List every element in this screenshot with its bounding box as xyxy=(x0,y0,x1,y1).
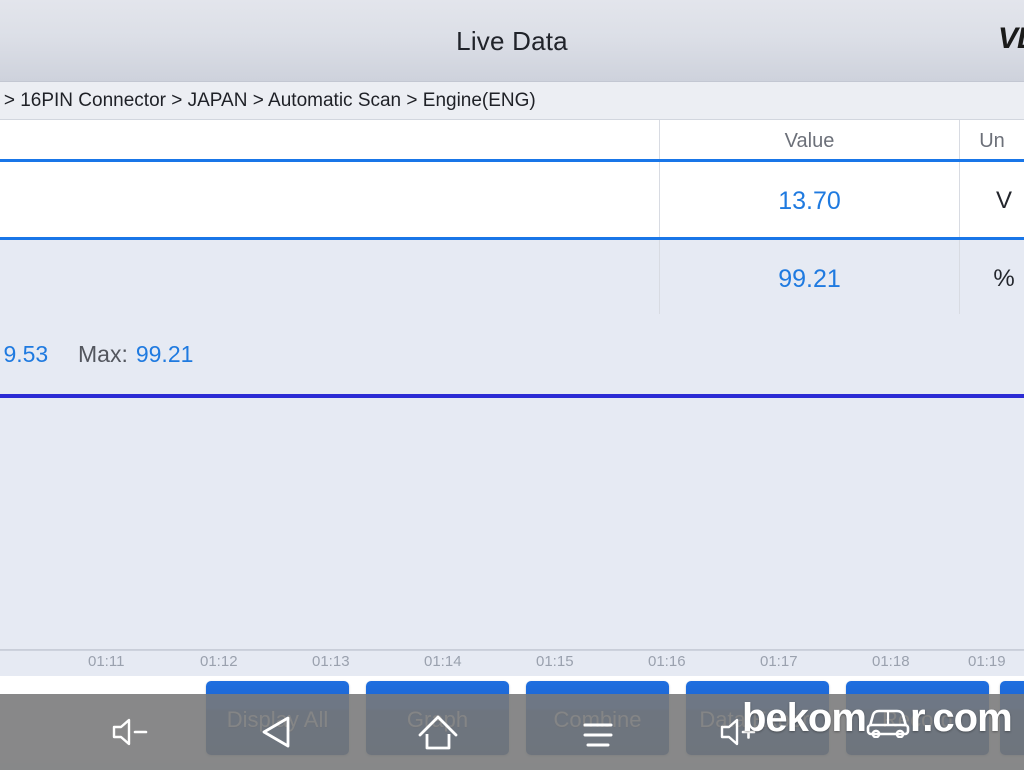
table-row[interactable]: 99.21 % xyxy=(0,240,1024,318)
row-unit: V xyxy=(960,162,1024,240)
row-name xyxy=(0,162,660,240)
max-stat: Max: 99.21 xyxy=(78,314,193,394)
watermark-text-after: r.com xyxy=(910,696,1012,741)
axis-tick: 01:19 xyxy=(968,653,1006,670)
back-triangle-icon[interactable] xyxy=(240,694,316,770)
row-value: 99.21 xyxy=(660,240,960,318)
axis-tick: 01:17 xyxy=(760,653,798,670)
breadcrumb[interactable]: 0 > 16PIN Connector > JAPAN > Automatic … xyxy=(0,82,1024,120)
max-label: Max: xyxy=(78,341,128,368)
live-data-screen: Live Data VD 0 > 16PIN Connector > JAPAN… xyxy=(0,0,1024,770)
brand-logo: VD xyxy=(998,22,1024,56)
recent-apps-icon[interactable] xyxy=(560,694,636,770)
volume-down-icon[interactable] xyxy=(92,694,168,770)
row-name xyxy=(0,240,660,318)
min-value: 9.53 xyxy=(3,341,48,368)
column-header-unit: Un xyxy=(960,120,1024,162)
table-header-row: Value Un xyxy=(0,120,1024,162)
graph-plot-area[interactable] xyxy=(0,398,1024,650)
breadcrumb-text: 0 > 16PIN Connector > JAPAN > Automatic … xyxy=(0,90,536,112)
title-bar: Live Data VD xyxy=(0,0,1024,82)
watermark-text-before: bekom xyxy=(742,696,866,741)
car-icon xyxy=(862,700,914,738)
live-data-table: Value Un 13.70 V 99.21 % xyxy=(0,120,1024,318)
row-unit: % xyxy=(960,240,1024,318)
max-value: 99.21 xyxy=(136,341,194,368)
page-title: Live Data xyxy=(0,0,1024,82)
time-axis: 01:11 01:12 01:13 01:14 01:15 01:16 01:1… xyxy=(0,650,1024,676)
axis-tick: 01:11 xyxy=(88,653,124,670)
axis-tick: 01:14 xyxy=(424,653,462,670)
watermark: bekom r.com xyxy=(742,696,1012,741)
column-header-value: Value xyxy=(660,120,960,162)
axis-tick: 01:12 xyxy=(200,653,238,670)
table-row[interactable]: 13.70 V xyxy=(0,162,1024,240)
axis-tick: 01:13 xyxy=(312,653,350,670)
column-header-name xyxy=(0,120,660,162)
row-value: 13.70 xyxy=(660,162,960,240)
home-icon[interactable] xyxy=(400,694,476,770)
axis-tick: 01:18 xyxy=(872,653,910,670)
min-stat: Min: 9.53 xyxy=(0,314,48,394)
min-max-strip: Min: 9.53 Max: 99.21 X1 X X1 xyxy=(0,314,1024,394)
axis-tick: 01:15 xyxy=(536,653,574,670)
axis-tick: 01:16 xyxy=(648,653,686,670)
